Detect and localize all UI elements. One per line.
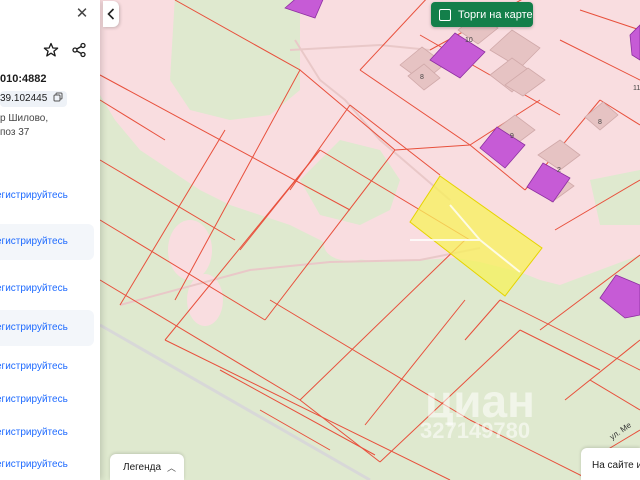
legend-label: Легенда bbox=[123, 461, 162, 473]
close-icon[interactable]: ✕ bbox=[74, 6, 90, 22]
lot-number: 8 bbox=[598, 119, 602, 126]
pink-bump bbox=[168, 220, 212, 280]
lot-number: 11 bbox=[633, 85, 640, 92]
register-link[interactable]: егистрируйтесь bbox=[0, 183, 94, 209]
address-line: р Шилово, bbox=[0, 113, 49, 124]
register-link[interactable]: егистрируйтесь bbox=[0, 387, 94, 413]
watermark: циан 327149780 bbox=[420, 375, 535, 443]
chevron-left-icon bbox=[107, 8, 115, 20]
register-link[interactable]: егистрируйтесь bbox=[0, 354, 94, 380]
coordinates-value: 39.102445 bbox=[0, 93, 48, 104]
legend-button[interactable]: Легенда ︿ bbox=[110, 454, 184, 480]
lot-number: 8 bbox=[420, 74, 424, 81]
collapse-panel-button[interactable] bbox=[103, 1, 119, 27]
auction-map-toggle[interactable]: Торги на карте bbox=[431, 2, 533, 27]
register-link[interactable]: егистрируйтесь bbox=[0, 224, 94, 260]
chevron-up-icon: ︿ bbox=[167, 462, 177, 473]
watermark-phone: 327149780 bbox=[420, 418, 530, 443]
site-link-button[interactable]: На сайте и bbox=[581, 448, 640, 480]
coordinates-chip[interactable]: 39.102445 bbox=[0, 91, 68, 107]
register-link[interactable]: егистрируйтесь bbox=[0, 420, 94, 446]
pink-bump bbox=[324, 229, 376, 261]
pink-bump bbox=[276, 181, 300, 213]
share-icon[interactable] bbox=[71, 42, 87, 58]
green-patch bbox=[170, 0, 300, 120]
lot-number: 10 bbox=[465, 37, 473, 44]
address-line: поз 37 bbox=[0, 127, 30, 138]
register-link[interactable]: егистрируйтесь bbox=[0, 276, 94, 302]
cadastral-number: 010:4882 bbox=[0, 73, 47, 85]
auction-map-label: Торги на карте bbox=[458, 8, 533, 21]
lot-number: 9 bbox=[510, 133, 514, 140]
checkbox-icon[interactable] bbox=[439, 8, 451, 21]
register-link[interactable]: егистрируйтесь bbox=[0, 310, 94, 346]
site-link-label: На сайте и bbox=[592, 460, 640, 471]
copy-icon[interactable] bbox=[53, 92, 63, 102]
lot-number: 2 bbox=[557, 167, 561, 174]
plot-info-panel: ✕ 010:4882 39.102445 р Шилово, поз 37 ег… bbox=[0, 0, 100, 480]
register-link[interactable]: егистрируйтесь bbox=[0, 452, 94, 478]
star-icon[interactable] bbox=[43, 42, 59, 58]
